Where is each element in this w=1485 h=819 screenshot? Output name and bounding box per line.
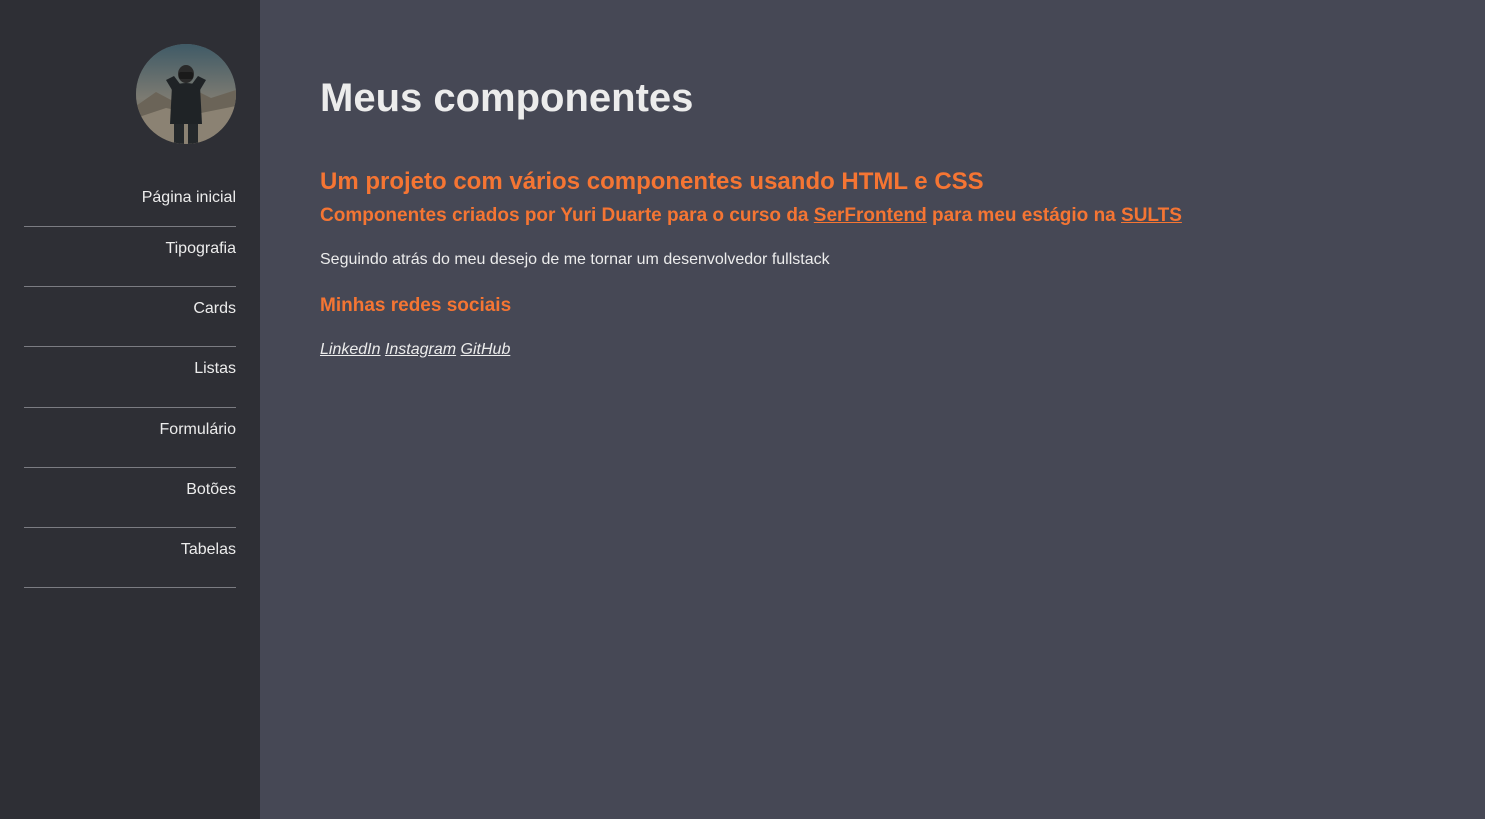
page-title: Meus componentes [320, 76, 694, 120]
project-subtitle: Um projeto com vários componentes usando… [320, 168, 984, 195]
sidebar: Página inicial Tipografia Cards Listas F… [0, 0, 260, 819]
sidebar-item-tipografia[interactable]: Tipografia [24, 227, 236, 288]
credits-prefix: Componentes criados por Yuri Duarte para… [320, 205, 814, 226]
sults-link[interactable]: SULTS [1121, 205, 1182, 226]
main-content: Meus componentes Um projeto com vários c… [260, 0, 1485, 819]
sidebar-item-pagina-inicial[interactable]: Página inicial [24, 176, 236, 227]
social-links: LinkedIn Instagram GitHub [320, 341, 1425, 359]
profile-photo-icon [136, 44, 236, 144]
credits-line: Componentes criados por Yuri Duarte para… [320, 204, 1425, 228]
description: Seguindo atrás do meu desejo de me torna… [320, 251, 830, 268]
instagram-link[interactable]: Instagram [385, 341, 456, 358]
sidebar-item-botoes[interactable]: Botões [24, 468, 236, 528]
sidebar-item-listas[interactable]: Listas [24, 347, 236, 408]
sidebar-nav: Página inicial Tipografia Cards Listas F… [24, 176, 236, 589]
sidebar-item-tabelas[interactable]: Tabelas [24, 528, 236, 589]
social-heading: Minhas redes sociais [320, 295, 512, 316]
github-link[interactable]: GitHub [461, 341, 511, 358]
linkedin-link[interactable]: LinkedIn [320, 341, 381, 358]
credits-middle: para meu estágio na [926, 205, 1122, 226]
sidebar-item-formulario[interactable]: Formulário [24, 408, 236, 468]
sidebar-item-cards[interactable]: Cards [24, 287, 236, 348]
avatar[interactable] [136, 44, 236, 144]
serfrontend-link[interactable]: SerFrontend [814, 205, 927, 226]
